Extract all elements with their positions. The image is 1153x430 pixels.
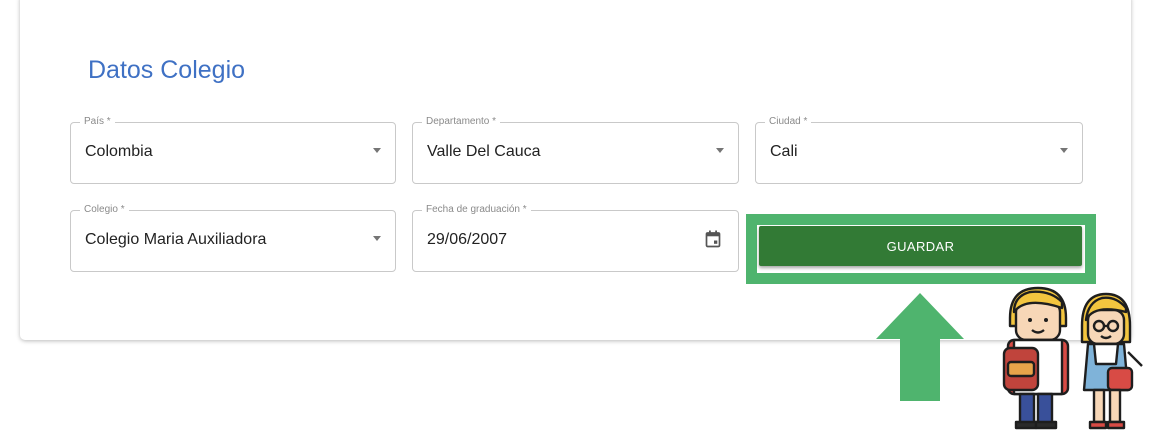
school-value: Colegio Maria Auxiliadora [85, 231, 267, 248]
school-select[interactable]: Colegio * Colegio Maria Auxiliadora [70, 203, 396, 272]
section-title: Datos Colegio [88, 56, 246, 84]
school-label: Colegio * [80, 203, 129, 217]
department-value: Valle Del Cauca [427, 143, 541, 160]
graduation-date-label: Fecha de graduación * [422, 203, 531, 217]
up-arrow-icon [876, 293, 964, 401]
save-button[interactable]: GUARDAR [759, 226, 1082, 266]
chevron-down-icon [716, 148, 724, 153]
graduation-date-value: 29/06/2007 [427, 231, 508, 248]
calendar-icon[interactable] [705, 230, 721, 248]
country-label: País * [80, 115, 115, 129]
city-value: Cali [770, 143, 798, 160]
chevron-down-icon [1060, 148, 1068, 153]
graduation-date-field[interactable]: Fecha de graduación * 29/06/2007 [412, 203, 739, 272]
city-select[interactable]: Ciudad * Cali [755, 115, 1083, 184]
department-select[interactable]: Departamento * Valle Del Cauca [412, 115, 739, 184]
chevron-down-icon [373, 236, 381, 241]
country-value: Colombia [85, 143, 153, 160]
city-label: Ciudad * [765, 115, 812, 129]
chevron-down-icon [373, 148, 381, 153]
students-illustration [1002, 286, 1143, 430]
country-select[interactable]: País * Colombia [70, 115, 396, 184]
department-label: Departamento * [422, 115, 501, 129]
